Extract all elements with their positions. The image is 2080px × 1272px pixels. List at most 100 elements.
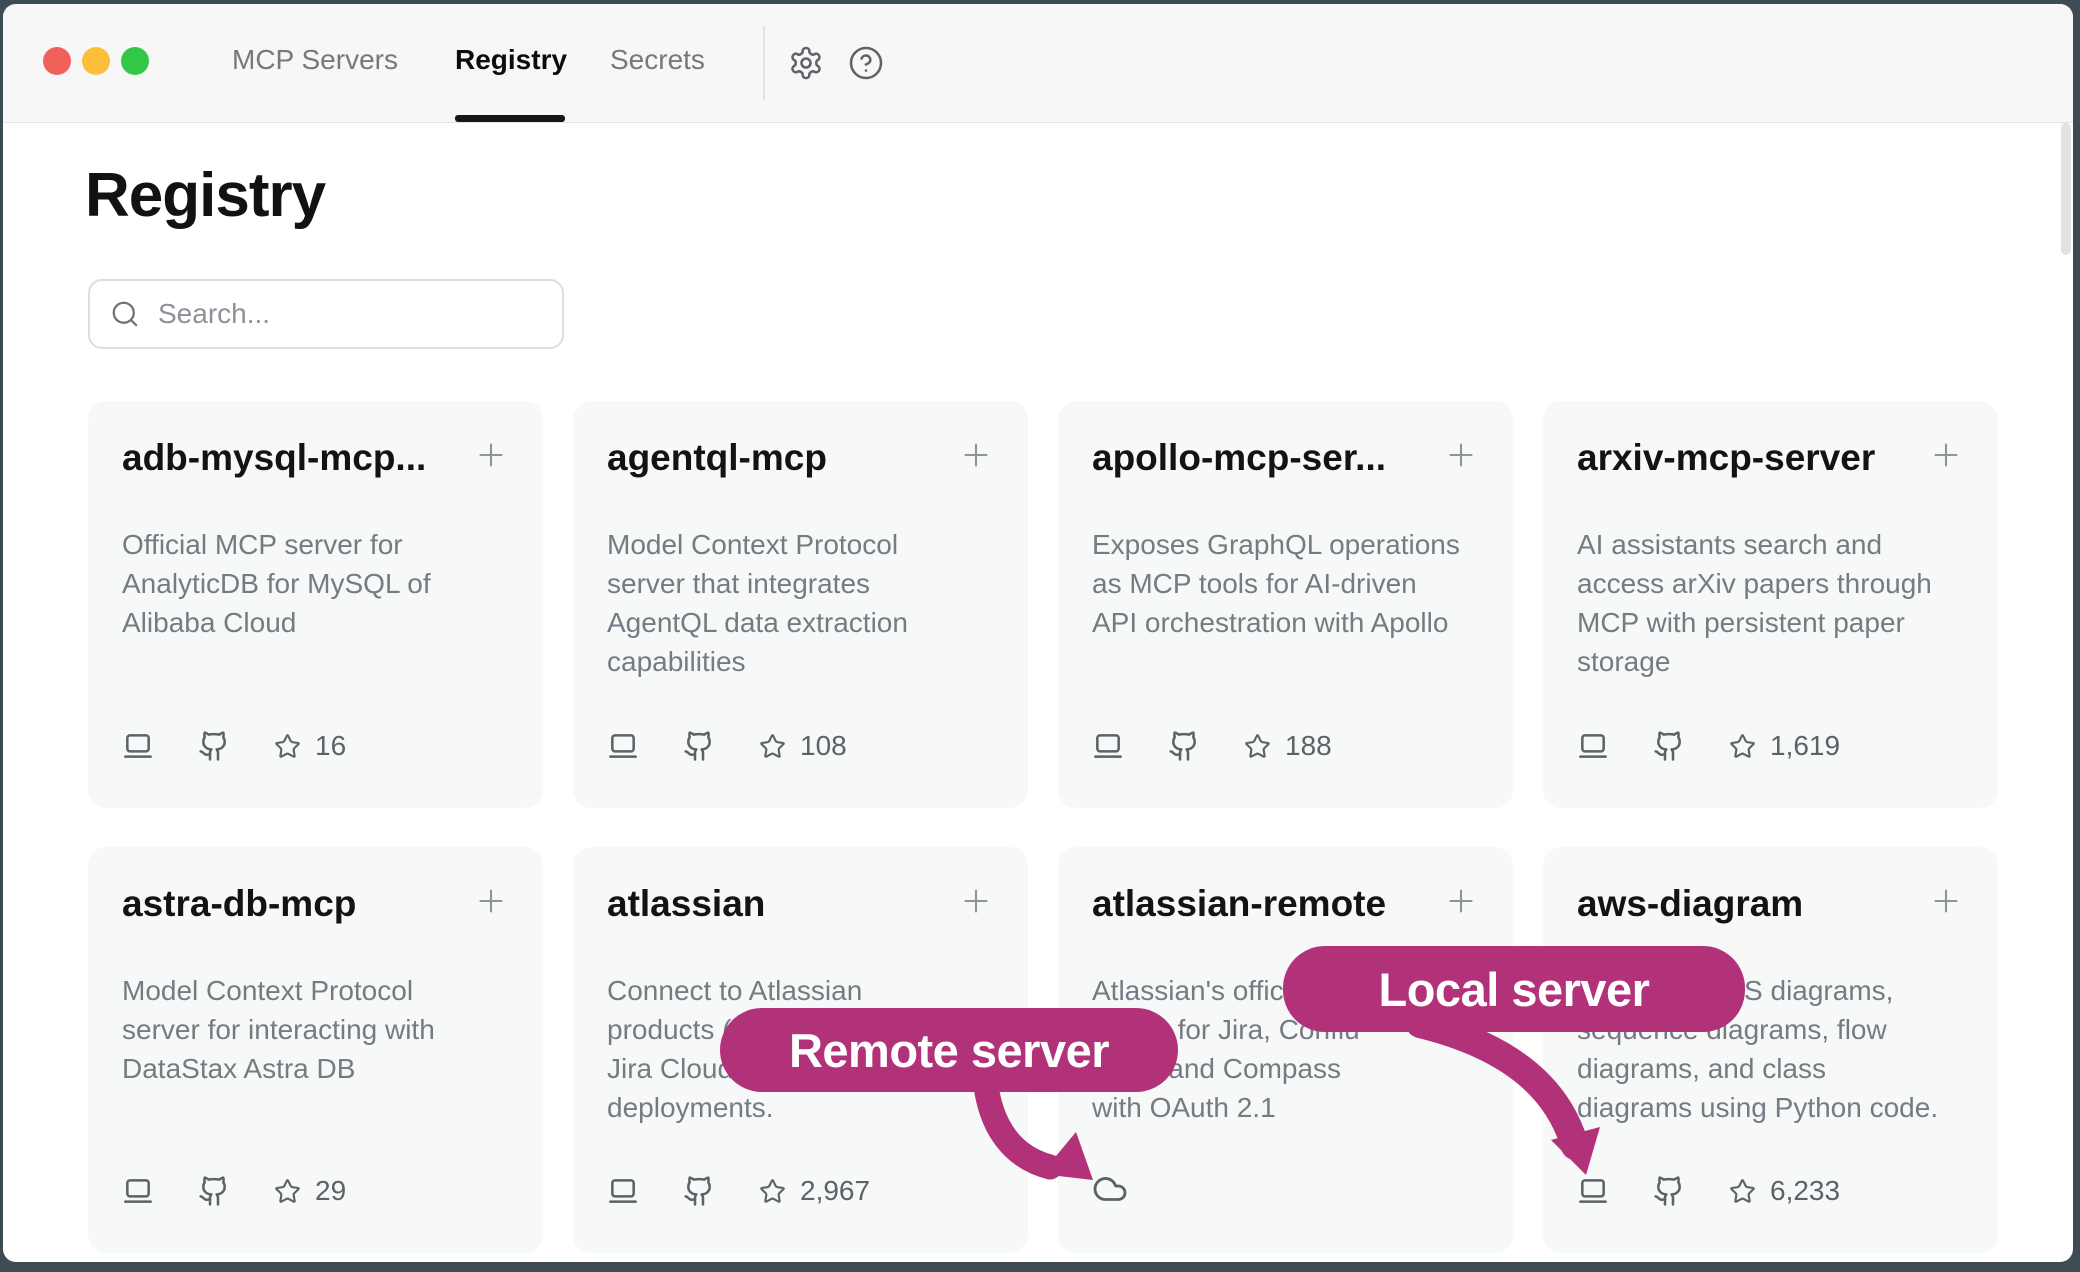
server-name: adb-mysql-mcp...	[122, 435, 426, 481]
laptop-icon	[122, 1175, 154, 1207]
description-line: AI assistants search and	[1577, 525, 1964, 564]
card-footer	[1092, 1171, 1128, 1207]
plus-icon	[1928, 437, 1964, 473]
server-card[interactable]: atlassian Connect to Atlassianproducts (…	[573, 847, 1028, 1253]
card-footer: 108	[607, 730, 847, 762]
github-icon[interactable]	[198, 730, 230, 762]
page-title: Registry	[85, 160, 325, 231]
plus-icon	[1443, 437, 1479, 473]
plus-icon	[958, 437, 994, 473]
star-count: 2,967	[800, 1175, 870, 1207]
app-window: MCP Servers Registry Secrets Registry adb-…	[3, 4, 2073, 1262]
title-bar: MCP Servers Registry Secrets	[3, 4, 2073, 123]
star-group: 1,619	[1729, 730, 1840, 762]
scrollbar-thumb[interactable]	[2061, 123, 2071, 255]
description-line: products (Confluence,	[607, 1010, 994, 1049]
help-icon[interactable]	[848, 45, 884, 81]
server-description: Exposes GraphQL operationsas MCP tools f…	[1092, 525, 1479, 642]
add-server-button[interactable]	[1443, 437, 1479, 476]
server-card[interactable]: arxiv-mcp-server AI assistants search an…	[1543, 401, 1998, 808]
star-count: 29	[315, 1175, 346, 1207]
add-server-button[interactable]	[958, 437, 994, 476]
plus-icon	[473, 437, 509, 473]
card-footer: 2,967	[607, 1175, 870, 1207]
description-line: storage	[1577, 642, 1964, 681]
server-card[interactable]: atlassian-remote Atlassian's official MC…	[1058, 847, 1513, 1253]
card-footer: 1,619	[1577, 730, 1840, 762]
add-server-button[interactable]	[473, 437, 509, 476]
description-line: capabilities	[607, 642, 994, 681]
star-count: 6,233	[1770, 1175, 1840, 1207]
server-card[interactable]: apollo-mcp-ser... Exposes GraphQL operat…	[1058, 401, 1513, 808]
server-card[interactable]: astra-db-mcp Model Context Protocolserve…	[88, 847, 543, 1253]
github-icon[interactable]	[1168, 730, 1200, 762]
description-line: Official MCP server for	[122, 525, 509, 564]
search-input[interactable]	[156, 297, 542, 331]
laptop-icon	[1577, 730, 1609, 762]
github-icon[interactable]	[683, 730, 715, 762]
tab-secrets[interactable]: Secrets	[610, 44, 705, 76]
github-icon[interactable]	[1653, 730, 1685, 762]
laptop-icon	[607, 1175, 639, 1207]
description-line: with OAuth 2.1	[1092, 1088, 1479, 1127]
server-description: Model Context Protocolserver that integr…	[607, 525, 994, 681]
star-icon	[759, 733, 786, 760]
card-footer: 16	[122, 730, 346, 762]
star-count: 16	[315, 730, 346, 762]
github-icon[interactable]	[683, 1175, 715, 1207]
laptop-icon	[1092, 730, 1124, 762]
description-line: server for interacting with	[122, 1010, 509, 1049]
add-server-button[interactable]	[1928, 437, 1964, 476]
search-box	[88, 279, 564, 349]
card-footer: 6,233	[1577, 1175, 1840, 1207]
server-name: astra-db-mcp	[122, 881, 356, 927]
description-line: MCP with persistent paper	[1577, 603, 1964, 642]
plus-icon	[1443, 883, 1479, 919]
server-name: aws-diagram	[1577, 881, 1803, 927]
star-group: 16	[274, 730, 346, 762]
star-group: 29	[274, 1175, 346, 1207]
add-server-button[interactable]	[958, 883, 994, 922]
description-line: diagrams using Python code.	[1577, 1088, 1964, 1127]
laptop-icon	[1577, 1175, 1609, 1207]
description-line: Atlassian's official MCP	[1092, 971, 1479, 1010]
github-icon[interactable]	[1653, 1175, 1685, 1207]
server-card-grid: adb-mysql-mcp... Official MCP server for…	[88, 401, 1998, 1253]
tab-mcp-servers[interactable]: MCP Servers	[232, 44, 398, 76]
server-card[interactable]: adb-mysql-mcp... Official MCP server for…	[88, 401, 543, 808]
description-line: Model Context Protocol	[122, 971, 509, 1010]
description-line: Connect to Atlassian	[607, 971, 994, 1010]
plus-icon	[958, 883, 994, 919]
server-card[interactable]: agentql-mcp Model Context Protocolserver…	[573, 401, 1028, 808]
star-icon	[1244, 733, 1271, 760]
star-group: 6,233	[1729, 1175, 1840, 1207]
server-name: arxiv-mcp-server	[1577, 435, 1875, 481]
server-description: Official MCP server forAnalyticDB for My…	[122, 525, 509, 642]
add-server-button[interactable]	[1928, 883, 1964, 922]
star-group: 188	[1244, 730, 1332, 762]
star-icon	[1729, 1178, 1756, 1205]
tab-registry[interactable]: Registry	[455, 44, 567, 76]
server-name: atlassian-remote	[1092, 881, 1386, 927]
plus-icon	[473, 883, 509, 919]
server-card[interactable]: aws-diagram Generate AWS diagrams,sequen…	[1543, 847, 1998, 1253]
server-description: Connect to Atlassianproducts (Confluence…	[607, 971, 994, 1127]
star-icon	[274, 733, 301, 760]
add-server-button[interactable]	[473, 883, 509, 922]
server-name: agentql-mcp	[607, 435, 827, 481]
description-line: as MCP tools for AI-driven	[1092, 564, 1479, 603]
description-line: sequence diagrams, flow	[1577, 1010, 1964, 1049]
description-line: diagrams, and class	[1577, 1049, 1964, 1088]
laptop-icon	[122, 730, 154, 762]
settings-gear-icon[interactable]	[788, 45, 824, 81]
github-icon[interactable]	[198, 1175, 230, 1207]
description-line: Jira Cloud/Server)	[607, 1049, 994, 1088]
description-line: AnalyticDB for MySQL of	[122, 564, 509, 603]
add-server-button[interactable]	[1443, 883, 1479, 922]
laptop-icon	[607, 730, 639, 762]
star-icon	[1729, 733, 1756, 760]
star-group: 2,967	[759, 1175, 870, 1207]
description-line: Exposes GraphQL operations	[1092, 525, 1479, 564]
description-line: access arXiv papers through	[1577, 564, 1964, 603]
toolbar-divider	[763, 26, 765, 100]
